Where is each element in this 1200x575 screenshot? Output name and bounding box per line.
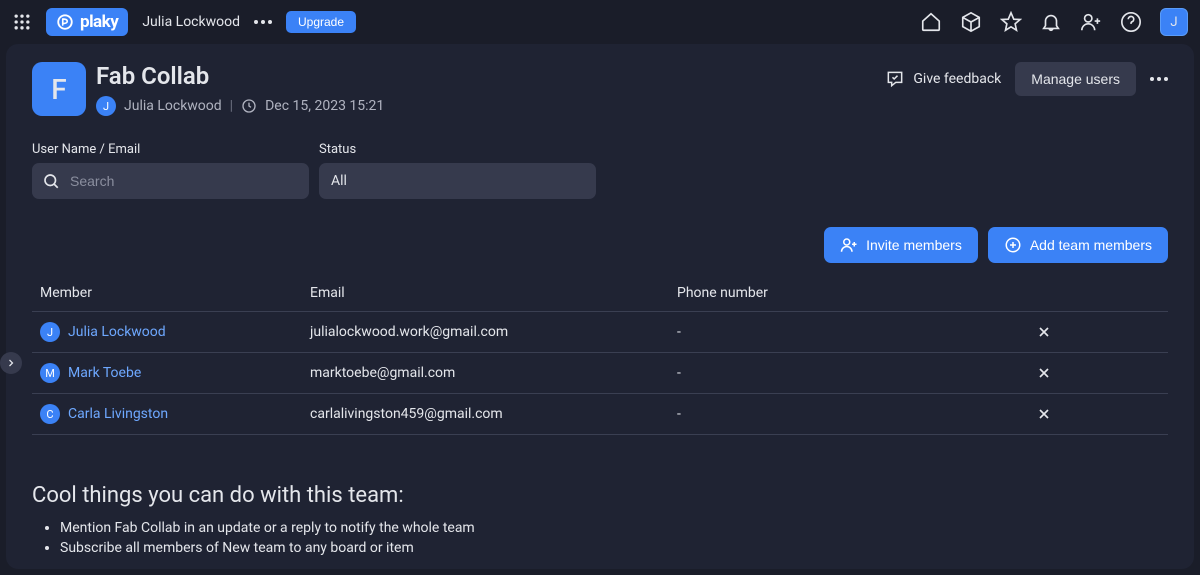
table-row: C Carla Livingston carlalivingston459@gm… bbox=[32, 394, 1168, 435]
col-email: Email bbox=[310, 285, 677, 301]
tips-title: Cool things you can do with this team: bbox=[32, 483, 1168, 508]
invite-icon bbox=[840, 236, 858, 254]
member-phone: - bbox=[677, 406, 927, 422]
owner-avatar: J bbox=[96, 96, 116, 116]
give-feedback-link[interactable]: Give feedback bbox=[885, 69, 1001, 89]
member-email: carlalivingston459@gmail.com bbox=[310, 406, 677, 422]
created-timestamp: Dec 15, 2023 15:21 bbox=[265, 98, 384, 114]
member-avatar: C bbox=[40, 404, 60, 424]
tip-item: Mention Fab Collab in an update or a rep… bbox=[60, 518, 1168, 538]
apps-grid-icon[interactable] bbox=[12, 12, 32, 32]
col-phone: Phone number bbox=[677, 285, 927, 301]
search-icon bbox=[42, 172, 60, 190]
table-row: M Mark Toebe marktoebe@gmail.com - bbox=[32, 353, 1168, 394]
remove-icon[interactable] bbox=[1036, 365, 1052, 381]
status-value: All bbox=[331, 173, 347, 189]
invite-members-button[interactable]: Invite members bbox=[824, 227, 978, 263]
search-label: User Name / Email bbox=[32, 142, 309, 157]
add-user-icon[interactable] bbox=[1080, 11, 1102, 33]
invite-label: Invite members bbox=[866, 237, 962, 253]
more-menu-icon[interactable] bbox=[254, 20, 272, 24]
member-avatar: J bbox=[40, 322, 60, 342]
expand-sidebar-handle[interactable] bbox=[0, 352, 22, 374]
clock-icon bbox=[241, 98, 257, 114]
add-circle-icon bbox=[1004, 236, 1022, 254]
member-name-link[interactable]: Mark Toebe bbox=[68, 365, 141, 381]
member-phone: - bbox=[677, 324, 927, 340]
star-icon[interactable] bbox=[1000, 11, 1022, 33]
member-phone: - bbox=[677, 365, 927, 381]
member-name-link[interactable]: Julia Lockwood bbox=[68, 324, 166, 340]
bell-icon[interactable] bbox=[1040, 11, 1062, 33]
user-avatar[interactable]: J bbox=[1160, 8, 1188, 36]
remove-icon[interactable] bbox=[1036, 324, 1052, 340]
team-title: Fab Collab bbox=[96, 62, 384, 90]
home-icon[interactable] bbox=[920, 11, 942, 33]
remove-icon[interactable] bbox=[1036, 406, 1052, 422]
manage-users-button[interactable]: Manage users bbox=[1015, 62, 1136, 96]
team-avatar: F bbox=[32, 62, 86, 116]
member-email: julialockwood.work@gmail.com bbox=[310, 324, 677, 340]
add-team-members-button[interactable]: Add team members bbox=[988, 227, 1168, 263]
logo[interactable]: plaky bbox=[46, 8, 128, 36]
feedback-icon bbox=[885, 69, 905, 89]
workspace-name[interactable]: Julia Lockwood bbox=[142, 14, 240, 30]
status-label: Status bbox=[319, 142, 596, 157]
package-icon[interactable] bbox=[960, 11, 982, 33]
meta-divider: | bbox=[230, 98, 233, 114]
search-input[interactable] bbox=[32, 163, 309, 199]
logo-text: plaky bbox=[80, 12, 118, 32]
feedback-label: Give feedback bbox=[913, 71, 1001, 87]
status-select[interactable]: All bbox=[319, 163, 596, 199]
col-member: Member bbox=[40, 285, 310, 301]
help-icon[interactable] bbox=[1120, 11, 1142, 33]
tip-item: Subscribe all members of New team to any… bbox=[60, 538, 1168, 558]
upgrade-button[interactable]: Upgrade bbox=[286, 11, 356, 33]
member-name-link[interactable]: Carla Livingston bbox=[68, 406, 168, 422]
add-label: Add team members bbox=[1030, 237, 1152, 253]
header-more-icon[interactable] bbox=[1150, 77, 1168, 81]
table-row: J Julia Lockwood julialockwood.work@gmai… bbox=[32, 312, 1168, 353]
member-email: marktoebe@gmail.com bbox=[310, 365, 677, 381]
member-avatar: M bbox=[40, 363, 60, 383]
owner-name[interactable]: Julia Lockwood bbox=[124, 98, 222, 114]
